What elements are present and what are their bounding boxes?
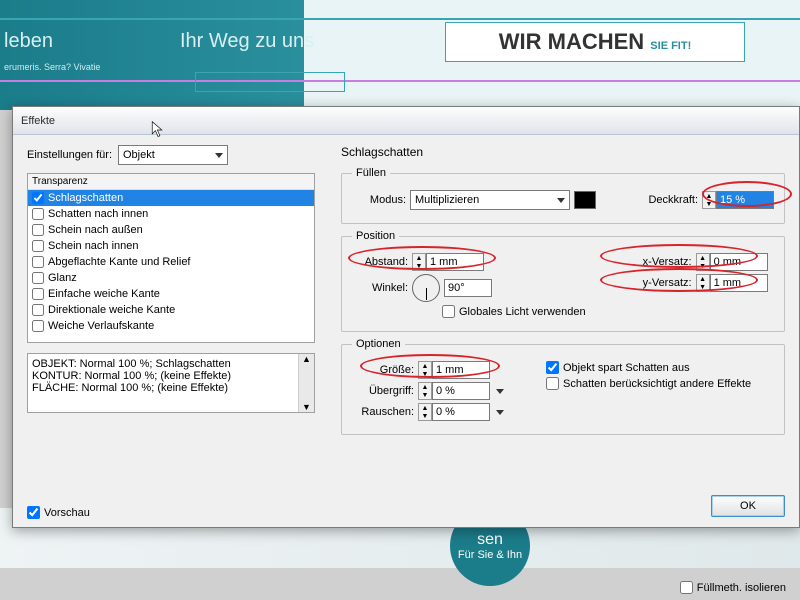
effect-label: Einfache weiche Kante <box>48 288 160 300</box>
effects-list-header[interactable]: Transparenz <box>28 174 314 190</box>
settings-for-combo[interactable]: Objekt <box>118 145 228 165</box>
fill-group: Füllen Modus: Multiplizieren Deckkraft: … <box>341 167 785 224</box>
effect-label: Schatten nach innen <box>48 208 148 220</box>
y-offset-input[interactable]: ▲▼ <box>696 274 768 292</box>
effect-label: Weiche Verlaufskante <box>48 320 154 332</box>
angle-dial[interactable] <box>412 274 440 302</box>
effects-dialog: Effekte Einstellungen für: Objekt Transp… <box>12 106 800 528</box>
size-label: Größe: <box>352 364 414 376</box>
effect-checkbox[interactable] <box>32 304 44 316</box>
x-offset-label: x-Versatz: <box>626 256 692 268</box>
headline-box: WIR MACHEN SIE FIT! <box>445 22 745 62</box>
color-swatch[interactable] <box>574 191 596 209</box>
y-offset-label: y-Versatz: <box>626 277 692 289</box>
angle-input[interactable] <box>444 279 492 297</box>
effect-label: Schein nach außen <box>48 224 143 236</box>
effect-item[interactable]: Direktionale weiche Kante <box>28 302 314 318</box>
opacity-input[interactable]: ▲▼ <box>702 191 774 209</box>
nav-text: leben <box>4 30 53 53</box>
effects-list[interactable]: Transparenz Schlagschatten Schatten nach … <box>27 173 315 343</box>
size-input[interactable]: ▲▼ <box>418 361 490 379</box>
effect-item[interactable]: Schatten nach innen <box>28 206 314 222</box>
spread-input[interactable]: ▲▼ <box>418 382 490 400</box>
effect-label: Direktionale weiche Kante <box>48 304 175 316</box>
noise-label: Rauschen: <box>352 406 414 418</box>
effect-checkbox[interactable] <box>32 320 44 332</box>
effect-checkbox[interactable] <box>32 192 44 204</box>
settings-for-label: Einstellungen für: <box>27 149 112 161</box>
options-group: Optionen Größe: ▲▼ Übergriff <box>341 338 785 435</box>
x-offset-input[interactable]: ▲▼ <box>696 253 768 271</box>
preview-label: Vorschau <box>44 507 90 519</box>
effect-checkbox[interactable] <box>32 288 44 300</box>
global-light-checkbox[interactable] <box>442 305 455 318</box>
effect-checkbox[interactable] <box>32 256 44 268</box>
options-legend: Optionen <box>352 338 405 350</box>
guide-line <box>0 18 800 20</box>
nav-text: Ihr Weg zu uns <box>180 30 314 53</box>
panel-title: Schlagschatten <box>341 145 785 159</box>
honors-effects-label: Schatten berücksichtigt andere Effekte <box>563 378 751 390</box>
spread-label: Übergriff: <box>352 385 414 397</box>
distance-input[interactable]: ▲▼ <box>412 253 484 271</box>
honors-effects-checkbox[interactable] <box>546 377 559 390</box>
summary-line: FLÄCHE: Normal 100 %; (keine Effekte) <box>32 382 310 394</box>
effects-summary: OBJEKT: Normal 100 %; SchlagschattenKONT… <box>27 353 315 413</box>
selected-frame[interactable] <box>195 72 345 92</box>
knockout-label: Objekt spart Schatten aus <box>563 362 690 374</box>
mode-combo[interactable]: Multiplizieren <box>410 190 570 210</box>
body-text: erumeris. Serra? Vivatie <box>4 62 100 72</box>
distance-label: Abstand: <box>352 256 408 268</box>
summary-line: KONTUR: Normal 100 %; (keine Effekte) <box>32 370 310 382</box>
effect-label: Abgeflachte Kante und Relief <box>48 256 191 268</box>
angle-label: Winkel: <box>352 282 408 294</box>
effect-checkbox[interactable] <box>32 240 44 252</box>
effect-item[interactable]: Schlagschatten <box>28 190 314 206</box>
summary-line: OBJEKT: Normal 100 %; Schlagschatten <box>32 358 310 370</box>
position-legend: Position <box>352 230 399 242</box>
fill-legend: Füllen <box>352 167 390 179</box>
effect-checkbox[interactable] <box>32 208 44 220</box>
menu-arrow-icon[interactable] <box>496 389 504 394</box>
effect-item[interactable]: Schein nach außen <box>28 222 314 238</box>
preview-checkbox[interactable] <box>27 506 40 519</box>
noise-input[interactable]: ▲▼ <box>418 403 490 421</box>
effect-checkbox[interactable] <box>32 224 44 236</box>
position-group: Position Abstand: ▲▼ Winkel: <box>341 230 785 332</box>
document-background: leben Ihr Weg zu uns erumeris. Serra? Vi… <box>0 0 800 110</box>
effect-item[interactable]: Einfache weiche Kante <box>28 286 314 302</box>
dialog-title: Effekte <box>21 115 55 127</box>
effect-item[interactable]: Weiche Verlaufskante <box>28 318 314 334</box>
effect-label: Glanz <box>48 272 77 284</box>
guide-line <box>0 80 800 82</box>
effect-label: Schein nach innen <box>48 240 139 252</box>
ok-button[interactable]: OK <box>711 495 785 517</box>
global-light-label: Globales Licht verwenden <box>459 306 586 318</box>
effect-checkbox[interactable] <box>32 272 44 284</box>
opacity-label: Deckkraft: <box>648 194 698 206</box>
dialog-titlebar[interactable]: Effekte <box>13 107 799 135</box>
effect-item[interactable]: Schein nach innen <box>28 238 314 254</box>
mode-label: Modus: <box>352 194 406 206</box>
chevron-down-icon <box>215 153 223 158</box>
isolate-fillmethod-checkbox[interactable]: Füllmeth. isolieren <box>680 581 786 594</box>
effect-label: Schlagschatten <box>48 192 123 204</box>
effect-item[interactable]: Glanz <box>28 270 314 286</box>
menu-arrow-icon[interactable] <box>496 410 504 415</box>
chevron-down-icon <box>557 198 565 203</box>
scrollbar[interactable]: ▲▼ <box>298 354 314 412</box>
effect-item[interactable]: Abgeflachte Kante und Relief <box>28 254 314 270</box>
knockout-checkbox[interactable] <box>546 361 559 374</box>
